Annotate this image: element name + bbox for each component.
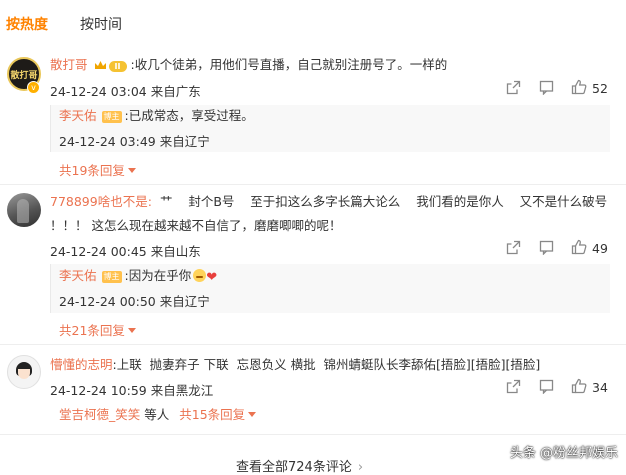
like-button[interactable] xyxy=(571,79,587,95)
divider xyxy=(0,344,626,345)
sub-reply-text: 等人 xyxy=(144,407,170,422)
crown-icon xyxy=(94,61,106,69)
divider xyxy=(0,434,626,435)
comment-icon xyxy=(539,80,554,95)
sort-by-time-tab[interactable]: 按时间 xyxy=(80,14,122,34)
sub-reply-summary: 堂吉柯德_笑笑 等人 共15条回复 xyxy=(59,406,257,424)
chevron-down-icon xyxy=(127,328,136,333)
verified-icon: v xyxy=(27,81,40,94)
comment-location: 来自广东 xyxy=(150,84,201,99)
reply-username[interactable]: 李天佑 xyxy=(59,268,97,283)
comment-button[interactable] xyxy=(539,240,554,256)
reply-meta: 24-12-24 00:50 来自辽宁 xyxy=(59,291,210,310)
comment-text: :上联 抛妻弃子 下联 忘恩负义 横批 锦州蜻蜓队长李舔佑[捂脸][捂脸][捂脸… xyxy=(112,357,541,372)
comment-body: 散打哥 II:收几个徒弟，用他们号直播，自己就别注册号了。一样的 xyxy=(50,56,447,74)
watermark: 头条 @粉丝邦娱乐 xyxy=(509,446,618,461)
comment-time: 24-12-24 00:45 xyxy=(50,244,147,259)
blogger-badge: 博主 xyxy=(101,111,122,123)
share-button[interactable] xyxy=(506,379,521,395)
share-button[interactable] xyxy=(506,240,521,256)
share-icon xyxy=(506,379,521,394)
reply-body: 李天佑 博主:因为在乎你 ❤ xyxy=(59,267,217,287)
comment-time: 24-12-24 10:59 xyxy=(50,383,147,398)
comment-location: 来自黑龙江 xyxy=(150,383,214,398)
comment-username[interactable]: 散打哥 xyxy=(50,57,88,72)
like-count: 49 xyxy=(592,241,608,256)
like-count: 52 xyxy=(592,81,608,96)
sub-reply-username[interactable]: 堂吉柯德_笑笑 xyxy=(59,407,140,422)
divider xyxy=(0,184,626,185)
chevron-down-icon xyxy=(248,412,257,417)
heart-emoji-icon: ❤ xyxy=(206,270,218,285)
comment-username[interactable]: 懵懂的志明 xyxy=(50,357,113,372)
blogger-badge: 博主 xyxy=(101,271,122,283)
reply-location: 来自辽宁 xyxy=(159,134,210,149)
comment-text: :收几个徒弟，用他们号直播，自己就别注册号了。一样的 xyxy=(130,57,448,72)
comment-body: 778899啥也不是: 艹 封个B号 至于扣这么多字长篇大论么 我们看的是你人 又… xyxy=(50,193,607,211)
like-button[interactable] xyxy=(571,378,587,394)
share-button[interactable] xyxy=(506,80,521,96)
level-badge: II xyxy=(108,61,127,72)
like-icon xyxy=(571,378,587,394)
chevron-down-icon xyxy=(127,168,136,173)
reply-meta: 24-12-24 03:49 来自辽宁 xyxy=(59,131,210,150)
avatar[interactable] xyxy=(7,355,41,389)
like-icon xyxy=(571,79,587,95)
like-icon xyxy=(571,239,587,255)
comment-meta: 24-12-24 10:59 来自黑龙江 xyxy=(50,380,213,399)
view-all-comments-link[interactable]: 查看全部724条评论 › xyxy=(236,456,363,475)
view-all-text: 查看全部724条评论 xyxy=(236,460,352,475)
chevron-right-icon: › xyxy=(357,460,364,475)
more-replies-text: 共19条回复 xyxy=(59,163,125,178)
comment-icon xyxy=(539,379,554,394)
comment-text-continued: ！！！ 这怎么现在越来越不自信了，磨磨唧唧的呢！ xyxy=(50,218,342,233)
like-count: 34 xyxy=(592,380,608,395)
comment-meta: 24-12-24 00:45 来自山东 xyxy=(50,241,201,260)
more-replies-link[interactable]: 共21条回复 xyxy=(59,320,136,339)
comment-time: 24-12-24 03:04 xyxy=(50,84,147,99)
comment-body: 懵懂的志明:上联 抛妻弃子 下联 忘恩负义 横批 锦州蜻蜓队长李舔佑[捂脸][捂… xyxy=(50,356,540,374)
share-icon xyxy=(506,240,521,255)
comment-location: 来自山东 xyxy=(150,244,201,259)
sort-by-hot-tab[interactable]: 按热度 xyxy=(6,14,48,34)
comment-username[interactable]: 778899啥也不是: xyxy=(50,194,152,209)
avatar[interactable] xyxy=(7,193,41,227)
like-button[interactable] xyxy=(571,239,587,255)
avatar-text: 散打哥 xyxy=(10,71,38,81)
shy-emoji-icon xyxy=(193,269,207,282)
comment-meta: 24-12-24 03:04 来自广东 xyxy=(50,81,201,100)
more-replies-text: 共21条回复 xyxy=(59,323,125,338)
share-icon xyxy=(506,80,521,95)
reply-time: 24-12-24 03:49 xyxy=(59,134,156,149)
reply-body: 李天佑 博主:已成常态，享受过程。 xyxy=(59,107,254,125)
comment-icon xyxy=(539,240,554,255)
comment-button[interactable] xyxy=(539,80,554,96)
reply-username[interactable]: 李天佑 xyxy=(59,108,97,123)
comment-text: 艹 封个B号 至于扣这么多字长篇大论么 我们看的是你人 又不是什么破号 xyxy=(159,194,608,209)
more-replies-link[interactable]: 共19条回复 xyxy=(59,160,136,179)
reply-text: :因为在乎你 xyxy=(124,268,192,283)
more-replies-link[interactable]: 共15条回复 xyxy=(179,407,257,422)
reply-text: :已成常态，享受过程。 xyxy=(124,108,254,123)
more-replies-text: 共15条回复 xyxy=(179,407,246,422)
reply-time: 24-12-24 00:50 xyxy=(59,294,156,309)
reply-location: 来自辽宁 xyxy=(159,294,210,309)
comment-button[interactable] xyxy=(539,379,554,395)
